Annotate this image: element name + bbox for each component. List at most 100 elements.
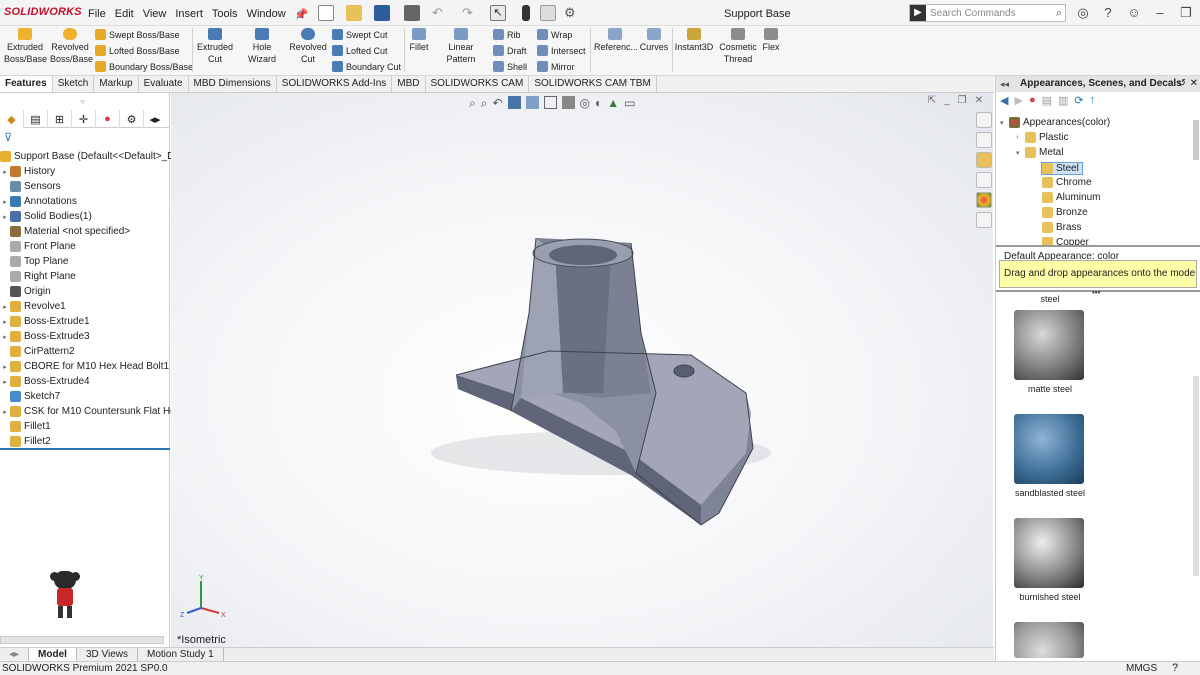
rib-button[interactable]: Rib	[493, 29, 521, 40]
extruded-cut-button[interactable]: Extruded Cut	[196, 28, 234, 65]
swept-boss-button[interactable]: Swept Boss/Base	[95, 29, 180, 40]
minimize-window-icon[interactable]: –	[1152, 5, 1168, 21]
save-icon[interactable]	[374, 5, 390, 21]
expand-arrow-icon[interactable]: ▸	[0, 408, 10, 416]
tree-item[interactable]: Origin	[0, 284, 51, 299]
feature-tree-tab-icon[interactable]: ◆	[0, 110, 24, 128]
expand-arrow-icon[interactable]: ▸	[0, 363, 10, 371]
pane-splitter[interactable]	[996, 245, 1200, 247]
tree-item[interactable]: Material <not specified>	[0, 224, 130, 239]
redo-icon[interactable]: ↷	[462, 5, 478, 21]
cam-tab-icon[interactable]: ⚙	[120, 110, 144, 128]
collapse-pane-icon[interactable]: ◂◂	[1000, 79, 1009, 90]
lofted-cut-button[interactable]: Lofted Cut	[332, 45, 388, 56]
tree-root-part[interactable]: Support Base (Default<<Default>_D	[0, 149, 174, 164]
model-3d-view[interactable]: Y X Z	[171, 93, 993, 648]
intersect-button[interactable]: Intersect	[537, 45, 586, 56]
copy-icon[interactable]: ▤	[1042, 94, 1052, 107]
tab-mbd[interactable]: MBD	[392, 76, 426, 92]
view-palette-icon[interactable]	[976, 172, 992, 188]
back-icon[interactable]: ◀	[1000, 94, 1008, 107]
tab-3d-views[interactable]: 3D Views	[77, 648, 138, 661]
tree-plastic[interactable]: › Plastic	[1016, 132, 1068, 143]
undo-icon[interactable]: ↶	[432, 5, 448, 21]
solidworks-logo[interactable]: SOLIDWORKS	[4, 6, 82, 18]
tab-markup[interactable]: Markup	[94, 76, 139, 92]
tab-motion-study-1[interactable]: Motion Study 1	[138, 648, 224, 661]
tab-scroll-arrows-icon[interactable]: ◂▸	[144, 110, 166, 128]
expand-arrow-icon[interactable]: ▸	[0, 318, 10, 326]
user-account-icon[interactable]: ◎	[1075, 5, 1091, 21]
boundary-boss-button[interactable]: Boundary Boss/Base	[95, 61, 193, 72]
linear-pattern-button[interactable]: Linear Pattern	[433, 28, 489, 65]
filter-icon[interactable]: ⊽	[4, 131, 12, 144]
restore-window-icon[interactable]: ❐	[1178, 5, 1194, 21]
rollback-bar[interactable]	[0, 448, 170, 450]
expand-arrow-icon[interactable]: ▸	[0, 303, 10, 311]
custom-properties-icon[interactable]	[976, 212, 992, 228]
refresh-icon[interactable]: ⟳	[1074, 94, 1083, 107]
wrap-button[interactable]: Wrap	[537, 29, 572, 40]
cosmetic-thread-button[interactable]: Cosmetic Thread	[718, 28, 758, 65]
horizontal-scrollbar[interactable]	[0, 636, 164, 644]
sandblasted-steel-thumbnail[interactable]	[1014, 414, 1084, 484]
tree-item[interactable]: ▸ CBORE for M10 Hex Head Bolt1	[0, 359, 169, 374]
tree-metal[interactable]: ▾ Metal	[1016, 147, 1063, 158]
tree-item[interactable]: Front Plane	[0, 239, 76, 254]
help-icon[interactable]: ?	[1100, 5, 1116, 21]
search-icon[interactable]: ⌕	[1056, 7, 1062, 20]
appearances-tab-icon[interactable]	[976, 192, 992, 208]
tree-item[interactable]: Right Plane	[0, 269, 76, 284]
tree-chrome[interactable]: Chrome	[1042, 177, 1092, 188]
instant3d-button[interactable]: Instant3D	[674, 28, 714, 53]
paste-icon[interactable]: ▥	[1058, 94, 1068, 107]
menu-view[interactable]: View	[143, 8, 167, 21]
tree-item[interactable]: ▸ Revolve1	[0, 299, 66, 314]
tab-scroll-arrows[interactable]: ◂▸	[0, 648, 30, 661]
status-help-icon[interactable]: ?	[1172, 662, 1178, 674]
print-icon[interactable]	[404, 5, 420, 21]
user-profile-icon[interactable]: ☺	[1126, 5, 1142, 21]
graphics-area[interactable]: ⌕ ⌕ ↶ ◎ ◐ ▲ ▭ ⇱ _ ❐ ✕ Y X Z *Isometric	[171, 93, 993, 648]
tree-item[interactable]: ▸ Solid Bodies(1)	[0, 209, 92, 224]
menu-edit[interactable]: Edit	[115, 8, 134, 21]
revolved-cut-button[interactable]: Revolved Cut	[289, 28, 327, 65]
extruded-boss-button[interactable]: Extruded Boss/Base	[4, 28, 47, 65]
menu-tools[interactable]: Tools	[212, 8, 238, 21]
next-appearance-thumbnail[interactable]	[1014, 622, 1084, 658]
status-units[interactable]: MMGS	[1126, 663, 1157, 674]
tree-item[interactable]: Fillet2	[0, 434, 51, 449]
expand-arrow-icon[interactable]: ▸	[0, 198, 10, 206]
swept-cut-button[interactable]: Swept Cut	[332, 29, 388, 40]
color-wheel-icon[interactable]: ●	[1029, 94, 1036, 107]
pane-options-icon[interactable]: ↺	[1178, 78, 1186, 89]
up-folder-icon[interactable]: ↑	[1090, 94, 1096, 107]
tree-appearances-color[interactable]: ▾ Appearances(color)	[1000, 117, 1110, 128]
tree-bronze[interactable]: Bronze	[1042, 207, 1088, 218]
tab-solidworks-cam-tbm[interactable]: SOLIDWORKS CAM TBM	[529, 76, 657, 92]
expand-arrow-icon[interactable]: ▸	[0, 378, 10, 386]
configuration-manager-tab-icon[interactable]: ⊞	[48, 110, 72, 128]
tab-mbd-dimensions[interactable]: MBD Dimensions	[189, 76, 277, 92]
mirror-button[interactable]: Mirror	[537, 61, 575, 72]
tree-item[interactable]: ▸ History	[0, 164, 55, 179]
design-library-icon[interactable]	[976, 132, 992, 148]
forward-icon[interactable]: ▶	[1014, 94, 1022, 107]
tree-brass[interactable]: Brass	[1042, 222, 1082, 233]
home-icon[interactable]: ⌂	[296, 5, 312, 21]
menu-file[interactable]: File	[88, 8, 106, 21]
menu-window[interactable]: Window	[247, 8, 286, 21]
tree-item[interactable]: Top Plane	[0, 254, 68, 269]
search-commands-field[interactable]: ▶ Search Commands ⌕	[909, 4, 1066, 22]
open-folder-icon[interactable]	[346, 5, 362, 21]
thumbnail-scrollbar[interactable]	[1193, 376, 1199, 576]
tree-item[interactable]: ▸ Boss-Extrude1	[0, 314, 90, 329]
tree-item[interactable]: CirPattern2	[0, 344, 75, 359]
fillet-button[interactable]: Fillet	[408, 28, 430, 53]
expand-arrow-icon[interactable]: ▸	[0, 168, 10, 176]
tree-copper[interactable]: Copper	[1042, 237, 1089, 245]
display-manager-tab-icon[interactable]: ●	[96, 110, 120, 128]
property-manager-tab-icon[interactable]: ▤	[24, 110, 48, 128]
tree-aluminum[interactable]: Aluminum	[1042, 192, 1100, 203]
tree-item[interactable]: Sketch7	[0, 389, 60, 404]
